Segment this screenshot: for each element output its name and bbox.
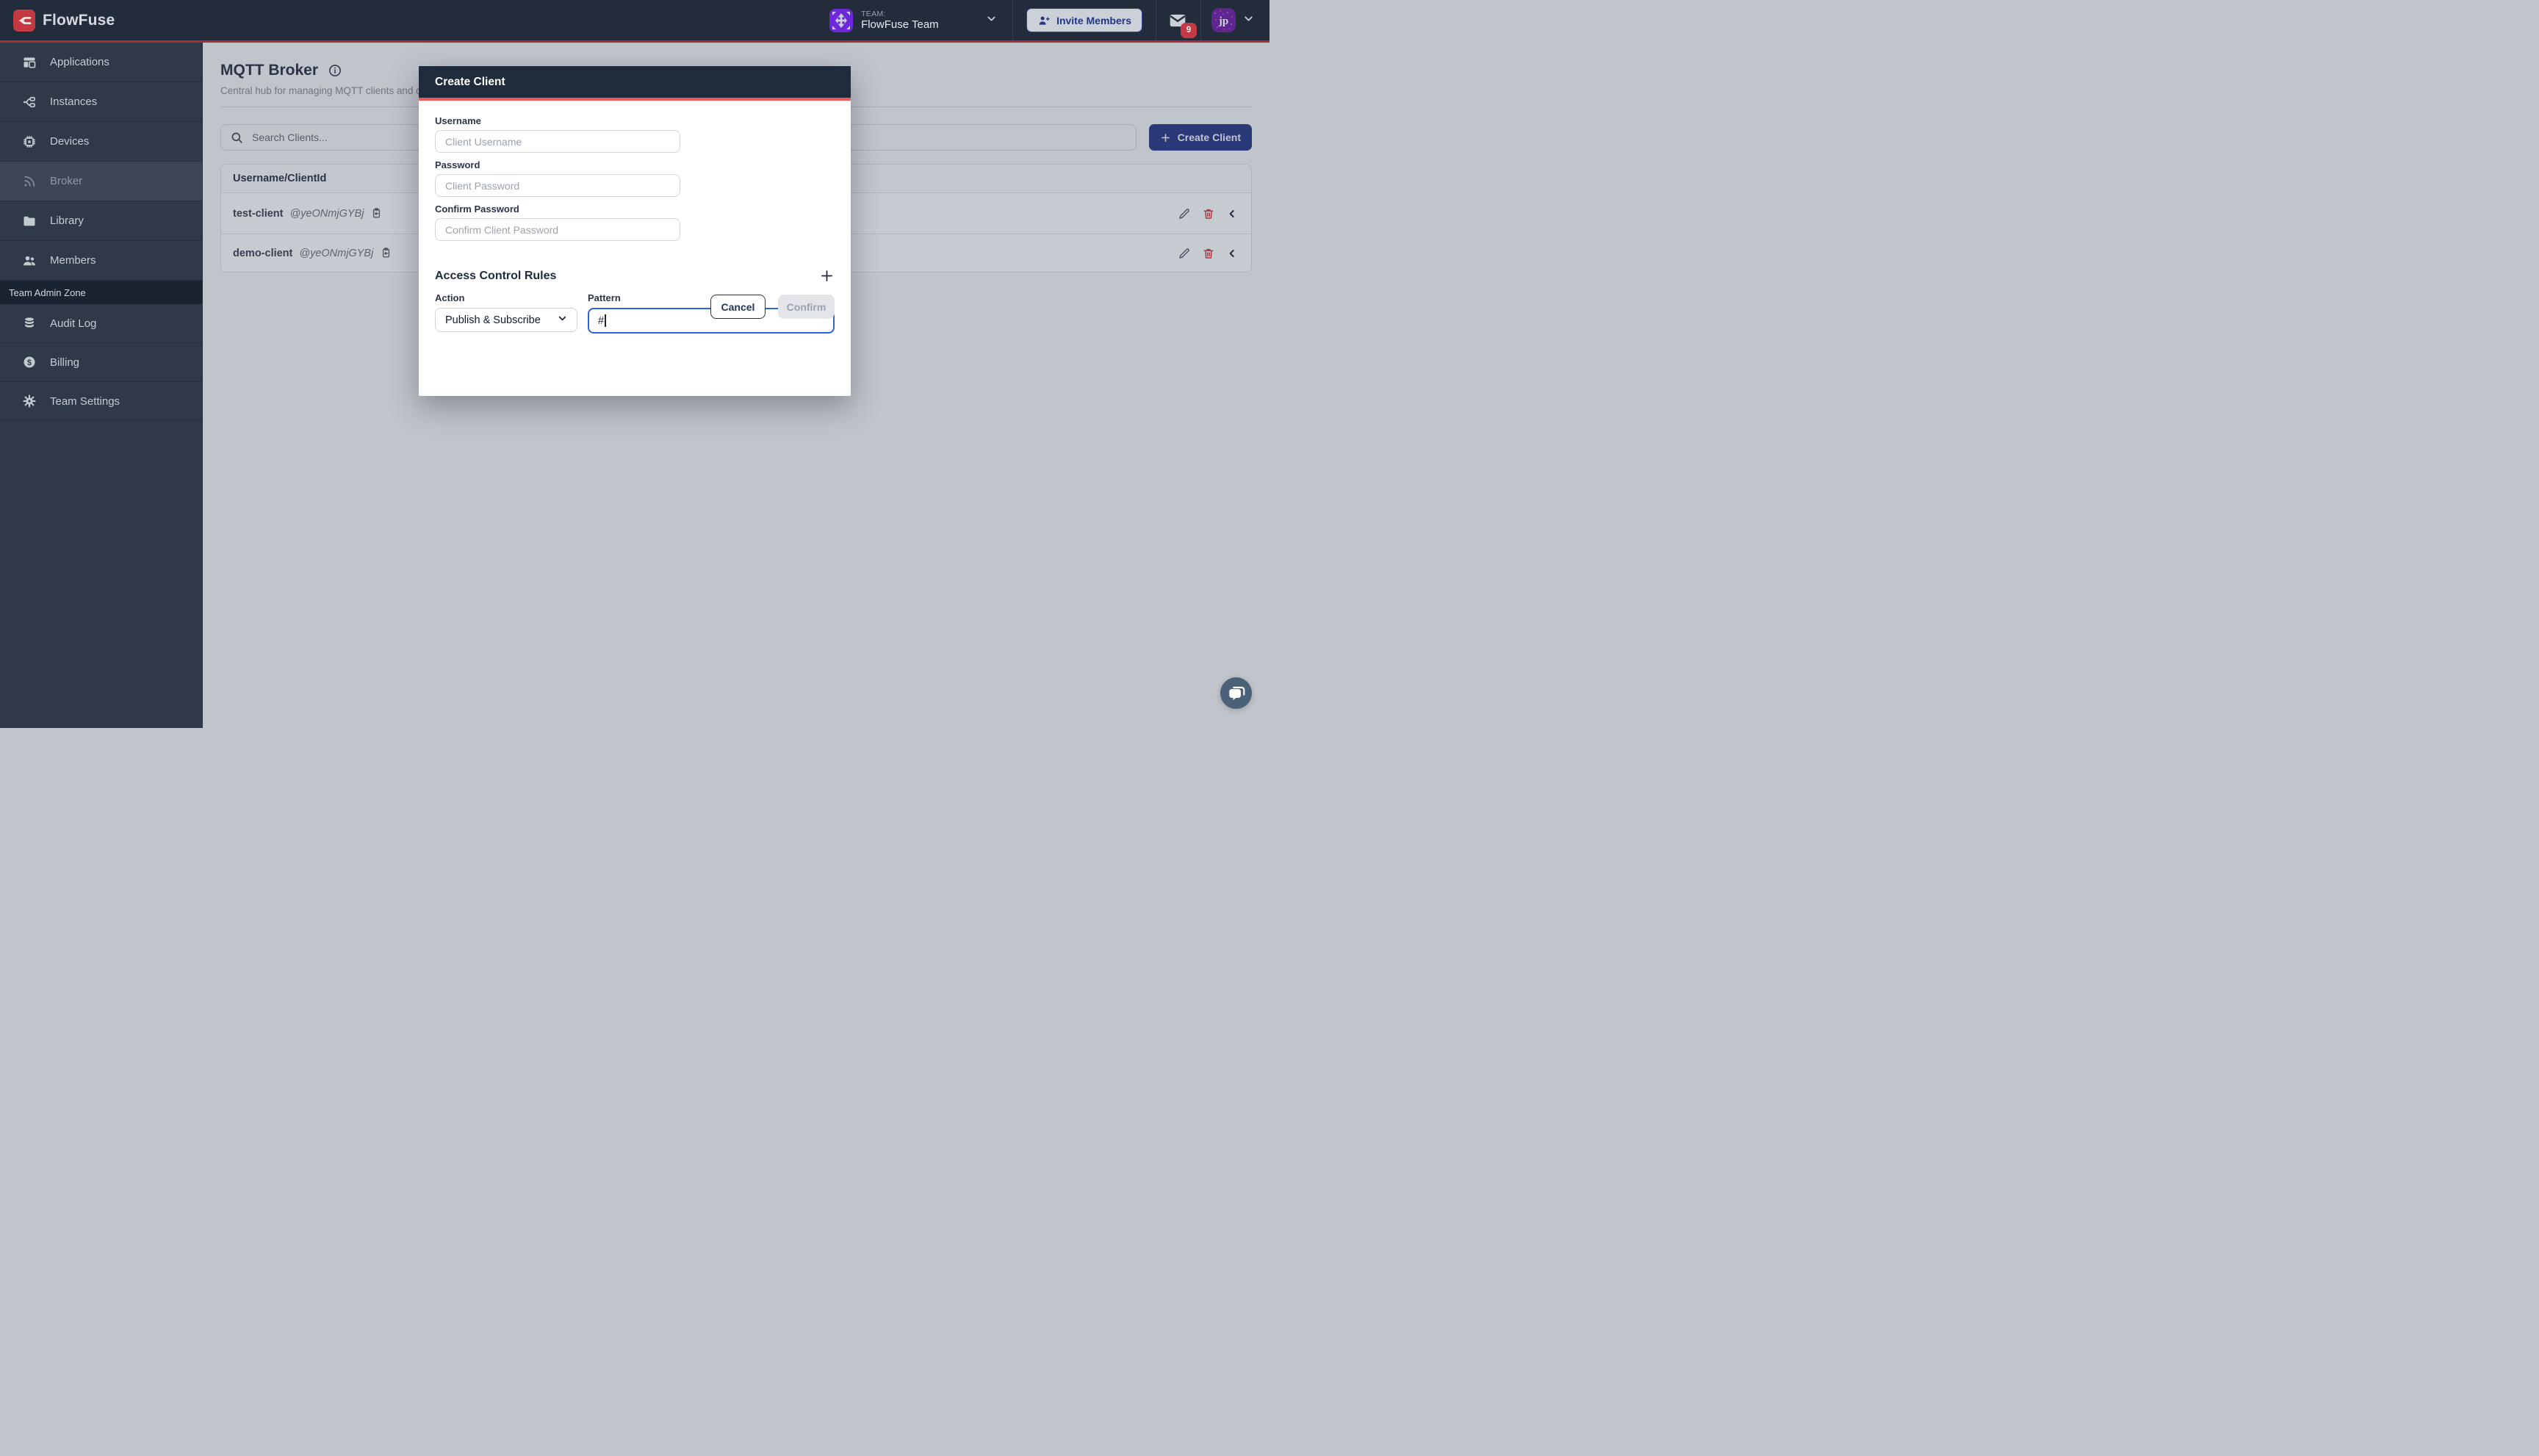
notifications-zone: 9	[1156, 0, 1200, 40]
sidebar-item-broker[interactable]: Broker	[0, 162, 202, 201]
row-actions	[1178, 247, 1238, 260]
sidebar-item-devices[interactable]: Devices	[0, 122, 202, 162]
applications-icon	[22, 55, 37, 70]
modal-title: Create Client	[435, 76, 505, 89]
plus-icon	[1160, 132, 1171, 143]
client-username: test-client	[233, 208, 284, 220]
confirm-password-label: Confirm Password	[435, 203, 835, 215]
cancel-button[interactable]: Cancel	[710, 295, 766, 319]
access-control-rules-title: Access Control Rules	[435, 270, 556, 283]
confirm-password-field[interactable]	[435, 218, 680, 241]
sidebar-item-audit-log[interactable]: Audit Log	[0, 304, 202, 343]
access-control-rules-header: Access Control Rules	[435, 268, 835, 284]
team-label: TEAM:	[861, 10, 977, 18]
password-field[interactable]	[435, 174, 680, 197]
create-client-label: Create Client	[1178, 131, 1241, 143]
sidebar: Applications Instances Devices Broker Li…	[0, 43, 203, 728]
sidebar-item-billing[interactable]: $ Billing	[0, 343, 202, 382]
brand[interactable]: FlowFuse	[0, 10, 115, 32]
sidebar-item-label: Members	[50, 254, 96, 267]
chevron-down-icon	[985, 12, 998, 29]
search-icon	[230, 131, 244, 145]
modal-header: Create Client	[419, 66, 851, 98]
edit-icon[interactable]	[1178, 207, 1191, 220]
invite-members-label: Invite Members	[1056, 15, 1131, 26]
chat-icon	[1227, 684, 1246, 703]
notifications-button[interactable]: 9	[1165, 8, 1190, 33]
modal-body: Username Password Confirm Password Acces…	[419, 115, 851, 334]
client-username: demo-client	[233, 248, 292, 259]
team-admin-zone-heading: Team Admin Zone	[0, 281, 202, 304]
page-title: MQTT Broker	[220, 62, 318, 79]
team-admin-zone-label: Team Admin Zone	[9, 287, 86, 298]
create-client-modal: Create Client Username Password Confirm …	[419, 66, 851, 396]
table-header-label: Username/ClientId	[233, 173, 326, 184]
svg-text:$: $	[27, 358, 32, 367]
info-icon[interactable]	[328, 63, 342, 78]
add-rule-button[interactable]	[819, 268, 835, 284]
sidebar-item-label: Devices	[50, 135, 89, 148]
navbar-accent-line	[0, 40, 1270, 43]
invite-zone: Invite Members	[1013, 0, 1156, 40]
sidebar-item-label: Broker	[50, 175, 82, 187]
members-icon	[22, 253, 37, 268]
navbar: FlowFuse TEAM: FlowFuse Team	[0, 0, 1270, 40]
flowfuse-logo-icon	[13, 10, 35, 32]
sidebar-item-label: Library	[50, 215, 84, 227]
broker-icon	[22, 174, 37, 189]
sidebar-item-instances[interactable]: Instances	[0, 82, 202, 122]
profile-menu[interactable]: jp	[1201, 0, 1270, 40]
password-label: Password	[435, 159, 835, 170]
confirm-button[interactable]: Confirm	[778, 295, 835, 319]
instances-icon	[22, 95, 37, 109]
username-field[interactable]	[435, 130, 680, 153]
delete-icon[interactable]	[1202, 207, 1215, 220]
chevron-down-icon	[1242, 12, 1255, 29]
notification-count-badge: 9	[1181, 23, 1197, 38]
client-suffix: @yeONmjGYBj	[290, 208, 364, 220]
user-plus-icon	[1037, 14, 1051, 27]
sidebar-item-applications[interactable]: Applications	[0, 43, 202, 82]
team-avatar	[829, 9, 853, 32]
user-avatar: jp	[1211, 8, 1236, 32]
navbar-right: TEAM: FlowFuse Team Invite Members	[818, 0, 1270, 40]
sidebar-item-team-settings[interactable]: Team Settings	[0, 382, 202, 421]
sidebar-item-members[interactable]: Members	[0, 241, 202, 281]
app-root: FlowFuse TEAM: FlowFuse Team	[0, 0, 1270, 728]
username-label: Username	[435, 115, 835, 126]
modal-accent-line	[419, 98, 851, 101]
sidebar-item-library[interactable]: Library	[0, 201, 202, 241]
sidebar-item-label: Audit Log	[50, 317, 96, 330]
chevron-left-icon[interactable]	[1226, 208, 1238, 220]
client-id-cell: demo-client @yeONmjGYBj	[233, 247, 392, 259]
brand-name: FlowFuse	[43, 12, 115, 29]
team-name: FlowFuse Team	[861, 18, 977, 31]
sidebar-item-label: Team Settings	[50, 395, 120, 408]
row-actions	[1178, 207, 1238, 220]
team-selector[interactable]: TEAM: FlowFuse Team	[818, 0, 1012, 40]
settings-icon	[22, 394, 37, 408]
chevron-left-icon[interactable]	[1226, 248, 1238, 259]
chat-widget-button[interactable]	[1220, 677, 1252, 709]
copy-icon[interactable]	[370, 207, 383, 220]
edit-icon[interactable]	[1178, 247, 1191, 260]
sidebar-item-label: Applications	[50, 56, 109, 68]
sidebar-item-label: Instances	[50, 95, 97, 108]
team-text: TEAM: FlowFuse Team	[861, 10, 977, 31]
modal-buttons: Cancel Confirm	[419, 295, 851, 319]
client-id-cell: test-client @yeONmjGYBj	[233, 207, 383, 220]
delete-icon[interactable]	[1202, 247, 1215, 260]
create-client-button[interactable]: Create Client	[1149, 124, 1252, 151]
sidebar-item-label: Billing	[50, 356, 79, 369]
audit-log-icon	[22, 316, 37, 331]
library-icon	[22, 214, 37, 228]
billing-icon: $	[22, 355, 37, 370]
client-suffix: @yeONmjGYBj	[299, 248, 373, 259]
devices-icon	[22, 134, 37, 149]
invite-members-button[interactable]: Invite Members	[1026, 8, 1142, 32]
copy-icon[interactable]	[380, 247, 392, 259]
svg-text:jp: jp	[1218, 15, 1228, 27]
